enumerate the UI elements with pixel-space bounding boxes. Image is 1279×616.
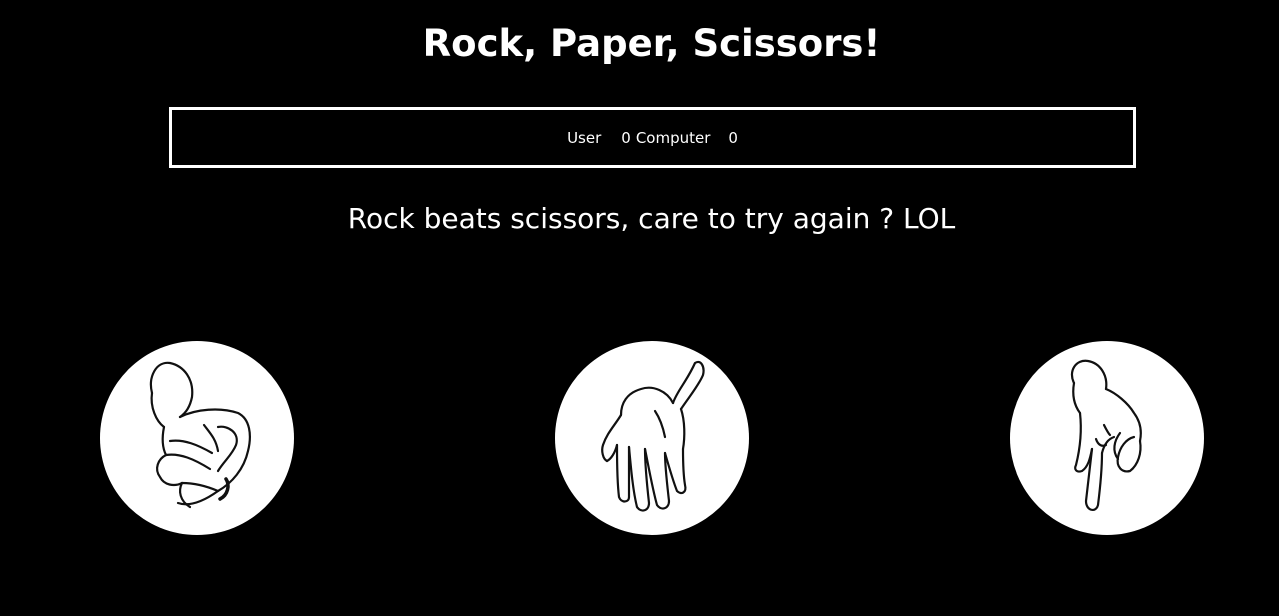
computer-score-label: Computer xyxy=(635,128,711,147)
rock-button[interactable] xyxy=(100,341,294,535)
scissors-button[interactable] xyxy=(1010,341,1204,535)
paper-hand-icon xyxy=(601,360,705,512)
computer-score-value: 0 xyxy=(728,128,738,147)
scissors-hand-icon xyxy=(1070,359,1142,511)
page-title: Rock, Paper, Scissors! xyxy=(422,22,881,65)
user-score-value: 0 xyxy=(621,128,631,147)
user-score-label: User xyxy=(567,128,602,147)
game-page: Rock, Paper, Scissors! User 0 Computer 0… xyxy=(0,0,1279,616)
rock-hand-icon xyxy=(149,361,251,509)
paper-button[interactable] xyxy=(555,341,749,535)
scoreboard: User 0 Computer 0 xyxy=(169,107,1136,168)
result-message: Rock beats scissors, care to try again ?… xyxy=(347,202,956,235)
